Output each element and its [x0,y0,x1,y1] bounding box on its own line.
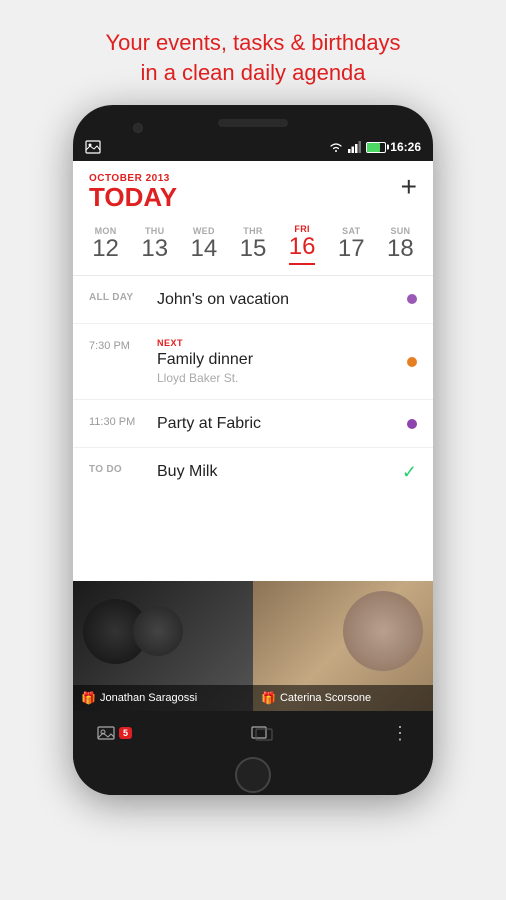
status-right: 16:26 [328,140,421,154]
phone-bottom [73,755,433,795]
day-num-sat: 17 [338,236,365,262]
status-left [85,140,101,154]
wifi-icon [328,141,344,153]
bottom-action-photos[interactable]: 5 [97,725,132,741]
photo-count-badge: 5 [119,727,132,739]
app-content: OCTOBER 2013 TODAY + MON 12 THU 13 WED 1… [73,161,433,755]
day-col-mon[interactable]: MON 12 [86,226,126,262]
event-time-dinner: 7:30 PM [89,338,157,352]
day-col-wed[interactable]: WED 14 [184,226,224,262]
day-num-thu: 13 [141,236,168,262]
signal-icon [348,141,362,153]
event-subtitle-dinner: Lloyd Baker St. [157,371,399,385]
event-details-party: Party at Fabric [157,414,399,433]
event-title-dinner: Family dinner [157,350,399,369]
avatar-right [343,591,423,671]
birthday-person-left[interactable]: 🎁 Jonathan Saragossi [73,581,253,711]
app-header: OCTOBER 2013 TODAY + [73,161,433,216]
check-icon: ✓ [402,462,417,483]
day-num-thr: 15 [240,236,267,262]
home-button[interactable] [235,757,271,793]
status-time: 16:26 [390,140,421,154]
promo-section: Your events, tasks & birthdays in a clea… [0,0,506,105]
photos-icon [97,725,115,741]
promo-text: Your events, tasks & birthdays in a clea… [40,28,466,87]
phone-speaker [218,119,288,127]
bottom-bar: 5 ⋮ [73,711,433,755]
birthday-person-right[interactable]: 🎁 Caterina Scorsone [253,581,433,711]
promo-line2: in a clean daily agenda [140,60,365,85]
battery-icon [366,142,386,153]
event-details-dinner: NEXT Family dinner Lloyd Baker St. [157,338,399,385]
gift-icon-left: 🎁 [81,691,96,705]
day-col-thu[interactable]: THU 13 [135,226,175,262]
phone-screen: 16:26 OCTOBER 2013 TODAY + MON 12 THU [73,133,433,755]
birthdays-section: 🎁 Jonathan Saragossi 🎁 Caterina Scorsone [73,581,433,711]
event-time-allday: ALL DAY [89,290,157,303]
event-dot-allday [407,294,417,304]
phone-top [73,105,433,133]
gallery-icon [251,724,273,742]
promo-line1: Your events, tasks & birthdays [105,30,400,55]
status-bar: 16:26 [73,133,433,161]
event-row-todo[interactable]: TO DO Buy Milk ✓ [73,448,433,497]
birthday-name-left: Jonathan Saragossi [100,692,197,704]
bottom-action-gallery[interactable] [251,724,273,742]
day-col-thr[interactable]: THR 15 [233,226,273,262]
day-col-sun[interactable]: SUN 18 [380,226,420,262]
day-num-sun: 18 [387,236,414,262]
event-time-party: 11:30 PM [89,414,157,428]
birthday-name-bar-left: 🎁 Jonathan Saragossi [73,685,253,711]
event-row-allday[interactable]: ALL DAY John's on vacation [73,276,433,324]
event-row-party[interactable]: 11:30 PM Party at Fabric [73,400,433,448]
event-title-todo: Buy Milk [157,462,394,481]
phone-shell: 16:26 OCTOBER 2013 TODAY + MON 12 THU [73,105,433,795]
more-icon: ⋮ [391,723,409,744]
day-num-mon: 12 [92,236,119,262]
birthday-name-bar-right: 🎁 Caterina Scorsone [253,685,433,711]
event-details-todo: Buy Milk [157,462,394,481]
day-col-fri[interactable]: FRI 16 [282,224,322,264]
event-badge-next: NEXT [157,338,399,348]
event-dot-party [407,419,417,429]
event-dot-dinner [407,357,417,367]
phone-camera [133,123,143,133]
day-num-fri: 16 [289,234,316,264]
day-num-wed: 14 [190,236,217,262]
event-title-party: Party at Fabric [157,414,399,433]
event-details-allday: John's on vacation [157,290,399,309]
gift-icon-right: 🎁 [261,691,276,705]
bottom-action-more[interactable]: ⋮ [391,723,409,744]
day-col-sat[interactable]: SAT 17 [331,226,371,262]
event-time-todo: TO DO [89,462,157,475]
week-strip: MON 12 THU 13 WED 14 THR 15 FRI 16 [73,216,433,274]
event-row-dinner[interactable]: 7:30 PM NEXT Family dinner Lloyd Baker S… [73,324,433,400]
events-list: ALL DAY John's on vacation 7:30 PM NEXT … [73,276,433,582]
event-title-allday: John's on vacation [157,290,399,309]
birthday-name-right: Caterina Scorsone [280,692,371,704]
add-button[interactable]: + [401,173,417,201]
today-label: TODAY [89,184,177,210]
image-icon [85,140,101,154]
header-date-block: OCTOBER 2013 TODAY [89,173,177,210]
